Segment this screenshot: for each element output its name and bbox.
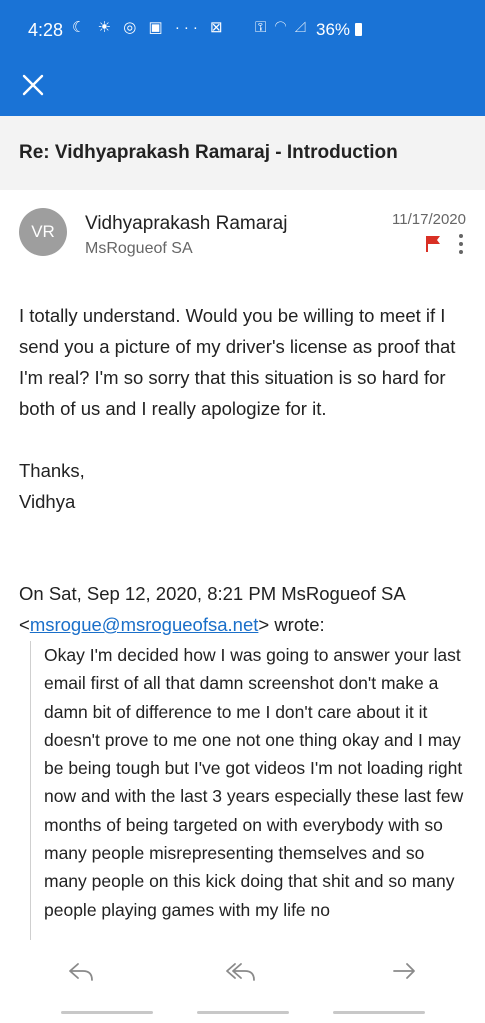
more-options-icon[interactable] [454, 234, 468, 256]
reply-icon[interactable] [63, 958, 99, 986]
subject-title: Re: Vidhyaprakash Ramaraj - Introduction [19, 142, 398, 163]
notification-icons: ☾ ☀ ◎ ▣ ··· ⊠ [72, 19, 227, 36]
flag-icon[interactable] [425, 235, 441, 253]
system-icons: ⚿ ◠ ◿ [255, 19, 309, 36]
bottom-action-bar [0, 940, 485, 1023]
gesture-handle [197, 1011, 289, 1014]
quoted-message: Okay I'm decided how I was going to answ… [30, 641, 471, 940]
sender-name[interactable]: Vidhyaprakash Ramaraj [85, 213, 287, 235]
status-time: 4:28 [28, 20, 64, 40]
message-date: 11/17/2020 [392, 211, 466, 228]
gesture-handle [61, 1011, 153, 1014]
reply-all-icon[interactable] [223, 958, 259, 986]
forward-icon[interactable] [386, 958, 422, 986]
quote-header: On Sat, Sep 12, 2020, 8:21 PM MsRogueof … [19, 583, 405, 635]
quote-email-link[interactable]: msrogue@msrogueofsa.net [30, 614, 259, 635]
app-bar [0, 60, 485, 116]
avatar[interactable]: VR [19, 208, 67, 256]
quoted-text: Okay I'm decided how I was going to answ… [44, 645, 464, 920]
signoff: Thanks, [19, 460, 85, 481]
body-paragraph: I totally understand. Would you be willi… [19, 305, 456, 419]
status-bar: 4:28 ☾ ☀ ◎ ▣ ··· ⊠ ⚿ ◠ ◿ 36% [0, 0, 485, 60]
battery-level: 36% [316, 20, 362, 40]
signature: Vidhya [19, 491, 76, 512]
message-body: I totally understand. Would you be willi… [19, 300, 474, 517]
subject-bar: Re: Vidhyaprakash Ramaraj - Introduction [0, 116, 485, 190]
gesture-handle [333, 1011, 425, 1014]
close-icon[interactable] [16, 68, 50, 102]
recipient-name[interactable]: MsRogueof SA [85, 240, 193, 258]
